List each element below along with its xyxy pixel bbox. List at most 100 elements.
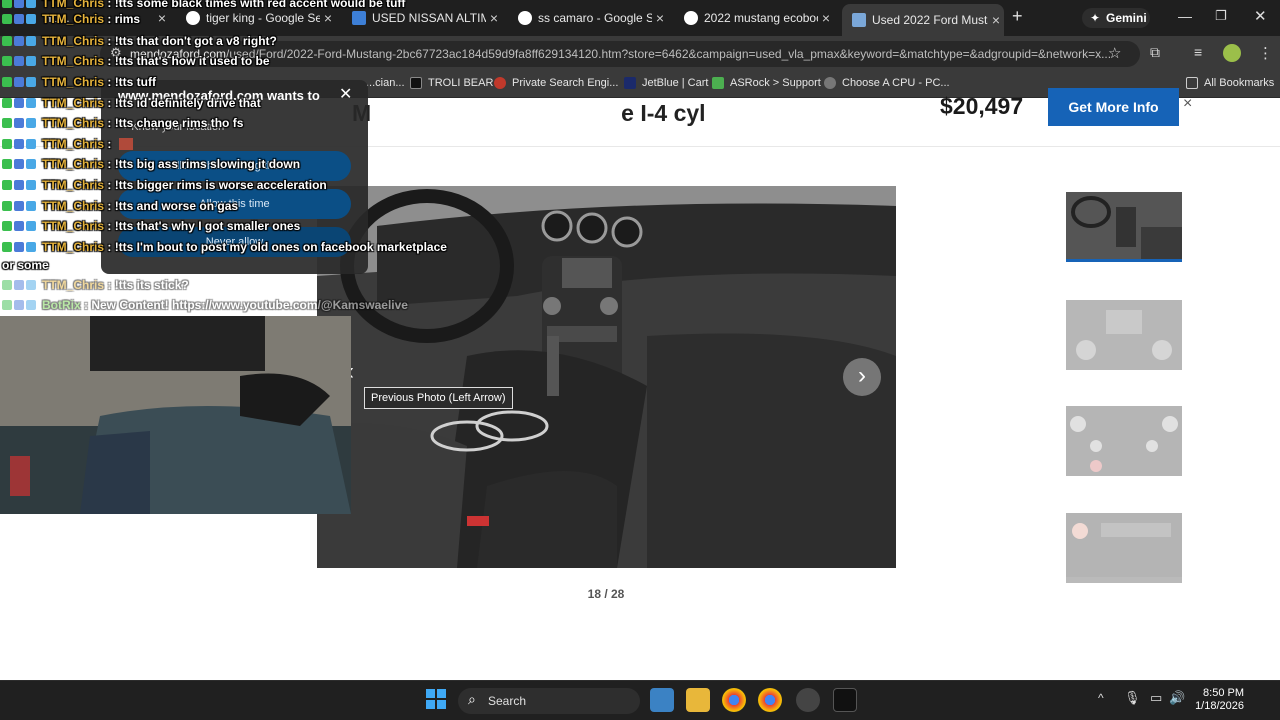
chat-badges <box>2 14 38 24</box>
all-bookmarks-button[interactable]: All Bookmarks <box>1186 77 1274 89</box>
chat-separator: : <box>104 34 115 48</box>
new-tab-button[interactable]: + <box>1012 6 1023 27</box>
chat-username: TTM_Chris <box>42 199 105 213</box>
chat-message: TTM_Chris : !tts its stick? <box>2 278 189 292</box>
chat-username: TTM_Chris <box>42 75 105 89</box>
close-window-button[interactable]: ✕ <box>1254 7 1267 25</box>
chat-message: TTM_Chris : !tts big ass rims slowing it… <box>2 157 300 171</box>
chat-text: !tts id definitely drive that <box>114 96 261 110</box>
chat-message: TTM_Chris : !tts and worse on gas <box>2 199 238 213</box>
next-photo-button[interactable]: › <box>843 358 881 396</box>
microphone-icon[interactable]: 🎙 <box>1124 690 1141 706</box>
badge-icon <box>14 118 24 128</box>
chrome-icon[interactable] <box>722 688 746 712</box>
tab-close-icon[interactable]: × <box>486 10 502 26</box>
badge-icon <box>26 139 36 149</box>
minimize-button[interactable]: — <box>1178 8 1192 24</box>
chat-separator: : <box>104 12 115 26</box>
badge-icon <box>14 221 24 231</box>
gemini-button[interactable]: ✦ Gemini <box>1082 8 1150 28</box>
tab-title: ss camaro - Google Sear <box>538 11 652 25</box>
obs-icon[interactable] <box>796 688 820 712</box>
network-icon[interactable]: ▭ <box>1150 690 1162 706</box>
bookmark-item[interactable]: Private Search Engi... <box>494 77 618 89</box>
chat-separator: : <box>104 116 115 130</box>
tab-close-icon[interactable]: × <box>988 12 1004 28</box>
webcam-overlay <box>0 316 351 514</box>
badge-icon <box>14 280 24 290</box>
extensions-icon[interactable]: ⧉ <box>1150 44 1160 61</box>
photo-thumbnail[interactable] <box>1066 192 1182 262</box>
badge-icon <box>2 139 12 149</box>
chat-username: TTM_Chris <box>42 34 105 48</box>
tab-ss-camaro[interactable]: ss camaro - Google Sear × <box>508 6 668 30</box>
menu-icon[interactable]: ⋮ <box>1258 44 1273 62</box>
chat-badges <box>2 77 38 87</box>
bookmark-item[interactable]: JetBlue | Cart <box>624 77 708 89</box>
chat-separator: : <box>104 278 115 292</box>
chat-message: or some <box>2 258 49 272</box>
chat-separator: : <box>104 54 115 68</box>
chat-badges <box>2 280 38 290</box>
photo-thumbnail[interactable] <box>1066 300 1182 370</box>
store-icon[interactable] <box>650 688 674 712</box>
folder-icon <box>1186 77 1198 89</box>
photo-thumbnail[interactable] <box>1066 406 1182 476</box>
bookmark-item[interactable]: ASRock > Support <box>712 77 821 89</box>
chat-badges <box>2 139 38 149</box>
badge-icon <box>26 14 36 24</box>
bookmark-item[interactable]: Choose A CPU - PC... <box>824 77 950 89</box>
tab-ford-mustang[interactable]: Used 2022 Ford Mustan × <box>842 4 1004 36</box>
bookmark-label: Private Search Engi... <box>512 77 619 89</box>
chat-username: TTM_Chris <box>42 0 105 10</box>
profile-avatar[interactable] <box>1223 44 1241 62</box>
badge-icon <box>2 201 12 211</box>
badge-icon <box>2 159 12 169</box>
chat-text: !tts its stick? <box>114 278 189 292</box>
chevron-up-icon[interactable]: ^ <box>1098 691 1104 705</box>
file-explorer-icon[interactable] <box>686 688 710 712</box>
photo-thumbnail[interactable] <box>1066 513 1182 583</box>
thumbnail-art <box>1066 513 1182 577</box>
get-more-info-button[interactable]: Get More Info <box>1048 88 1179 126</box>
chat-message: TTM_Chris : !tts bigger rims is worse ac… <box>2 178 327 192</box>
google-icon <box>684 11 698 25</box>
chat-username: TTM_Chris <box>42 12 105 26</box>
chat-text: !tts that don't got a v8 right? <box>114 34 277 48</box>
tiktok-icon[interactable] <box>833 688 857 712</box>
chat-badges <box>2 56 38 66</box>
tab-close-icon[interactable]: × <box>818 10 834 26</box>
chat-text: !tts tuff <box>114 75 157 89</box>
tab-mustang-ecoboost[interactable]: 2022 mustang ecoboost × <box>674 6 834 30</box>
chat-separator: : <box>104 137 115 151</box>
dealer-icon <box>852 13 866 27</box>
chat-message: TTM_Chris : !tts tuff <box>2 75 156 89</box>
chat-text: or some <box>2 258 49 272</box>
volume-icon[interactable]: 🔊 <box>1169 690 1185 706</box>
photo-counter: 18 / 28 <box>587 587 625 601</box>
chat-message: TTM_Chris : !tts that's why I got smalle… <box>2 219 300 233</box>
media-icon[interactable]: ≡ <box>1194 44 1202 60</box>
taskbar-search[interactable]: Search <box>458 688 640 714</box>
chat-badges <box>2 0 38 8</box>
chat-username: TTM_Chris <box>42 157 105 171</box>
chat-text: !tts some black times with red accent wo… <box>114 0 406 10</box>
system-clock[interactable]: 8:50 PM 1/18/2026 <box>1188 687 1244 713</box>
badge-icon <box>14 300 24 310</box>
bookmark-star-icon[interactable]: ☆ <box>1108 44 1121 62</box>
tab-close-icon[interactable]: × <box>652 10 668 26</box>
badge-icon <box>2 242 12 252</box>
chat-text: !tts and worse on gas <box>114 199 239 213</box>
chat-text: !tts change rims tho fs <box>114 116 244 130</box>
windows-start-icon[interactable] <box>426 689 446 709</box>
close-sticky-icon[interactable]: × <box>1183 95 1192 113</box>
badge-icon <box>14 180 24 190</box>
badge-icon <box>2 14 12 24</box>
badge-icon <box>14 36 24 46</box>
chat-message: TTM_Chris : !tts I'm bout to post my old… <box>2 240 447 254</box>
search-label: Search <box>488 694 527 708</box>
chrome-active-icon[interactable] <box>758 688 782 712</box>
restore-button[interactable]: ❐ <box>1215 8 1227 24</box>
badge-icon <box>26 300 36 310</box>
chat-text: !tts big ass rims slowing it down <box>114 157 301 171</box>
